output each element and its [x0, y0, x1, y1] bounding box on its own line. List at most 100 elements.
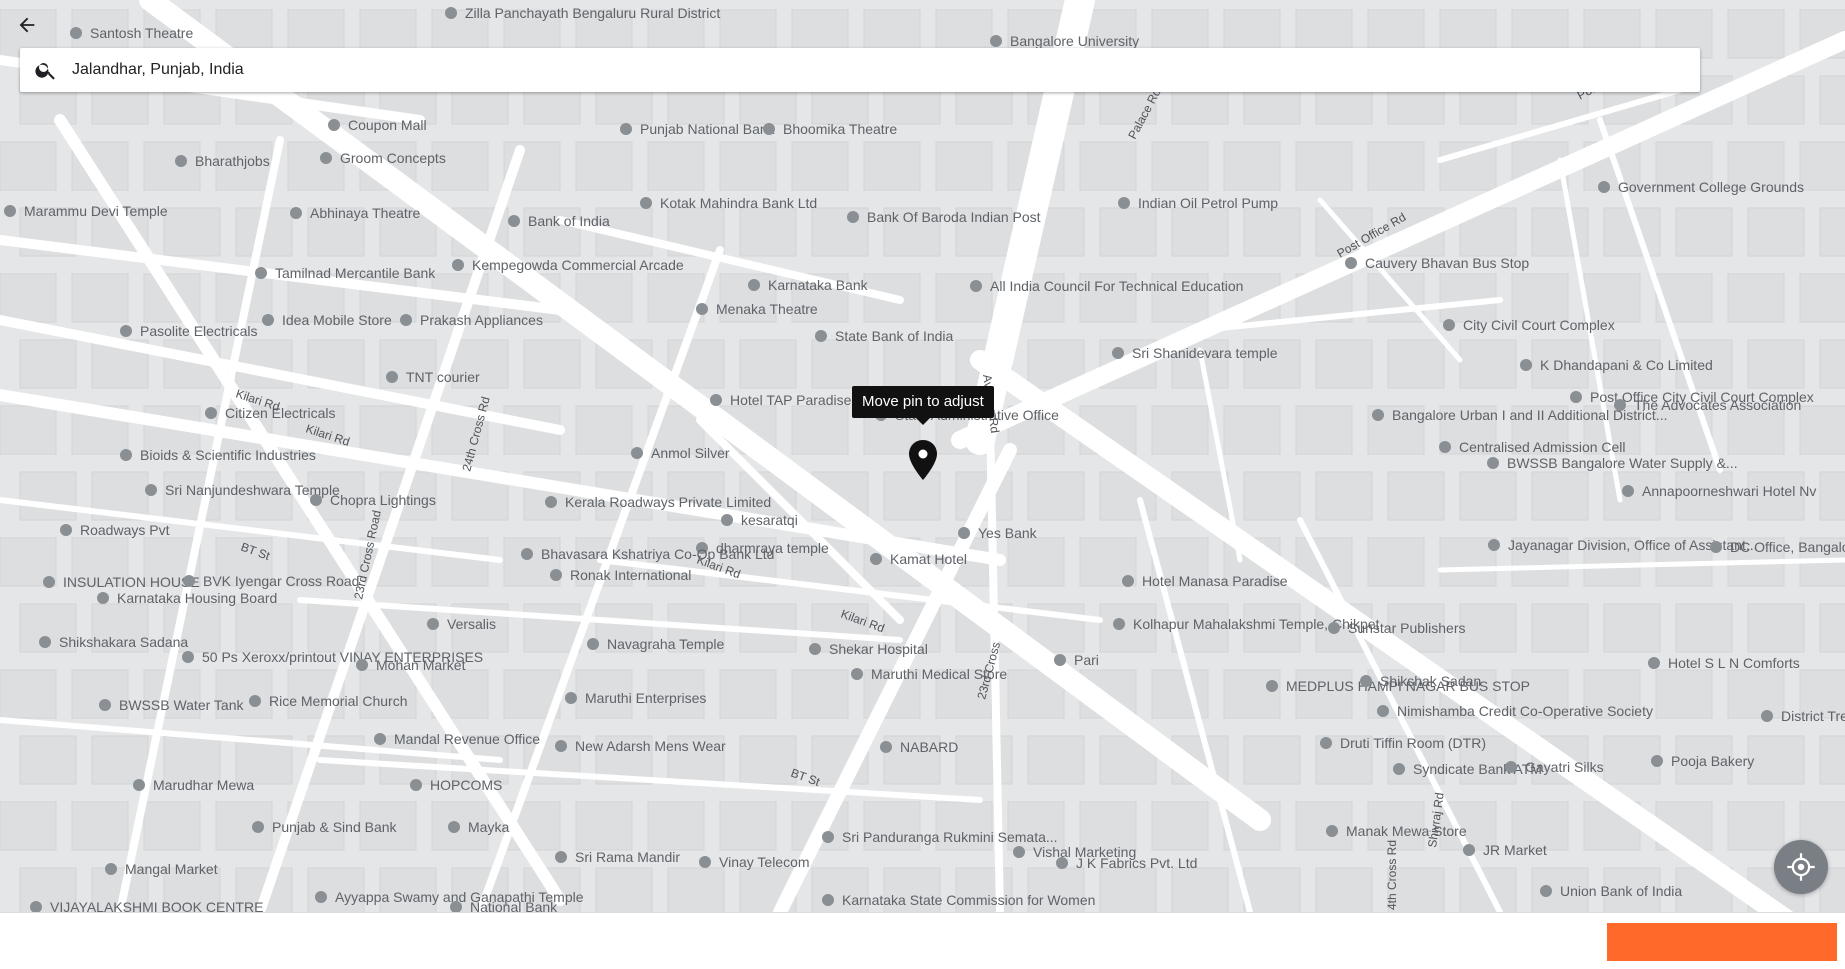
- building-block: [235, 603, 293, 653]
- building-block: [19, 735, 77, 785]
- place-marker[interactable]: Idea Mobile Store: [262, 312, 392, 328]
- building-block: [143, 801, 201, 851]
- place-label: Hotel Manasa Paradise: [1142, 573, 1288, 589]
- place-icon: [120, 325, 132, 337]
- map-pin-icon[interactable]: [908, 440, 938, 480]
- place-marker[interactable]: Nimishamba Credit Co-Operative Society: [1377, 703, 1653, 719]
- place-marker[interactable]: Bangalore University: [990, 33, 1139, 49]
- place-marker[interactable]: Punjab & Sind Bank: [252, 819, 398, 835]
- building-block: [1295, 141, 1353, 191]
- place-marker[interactable]: BWSSB Water Tank: [99, 697, 244, 713]
- place-icon: [710, 394, 722, 406]
- place-marker[interactable]: Maruthi Enterprises: [565, 690, 706, 706]
- place-marker[interactable]: Union Bank of India: [1540, 883, 1682, 899]
- place-icon: [145, 484, 157, 496]
- place-icon: [1372, 409, 1384, 421]
- place-marker[interactable]: Indian Oil Petrol Pump: [1118, 195, 1278, 211]
- place-marker[interactable]: Bioids & Scientific Industries: [120, 447, 316, 463]
- place-icon: [620, 123, 632, 135]
- place-label: Anmol Silver: [651, 445, 730, 461]
- building-block: [1727, 669, 1785, 719]
- place-marker[interactable]: Sunstar Publishers: [1328, 620, 1466, 636]
- place-marker[interactable]: Kerala Roadways Private Limited: [545, 494, 771, 510]
- place-label: Tamilnad Mercantile Bank: [275, 265, 436, 281]
- building-block: [1459, 471, 1517, 521]
- place-marker[interactable]: Karnataka State Commission for Women: [822, 892, 1095, 908]
- place-marker[interactable]: DC Office, Bangalore Division: [1710, 539, 1845, 555]
- place-marker[interactable]: BWSSB Bangalore Water Supply &...: [1487, 455, 1738, 471]
- place-marker[interactable]: BVK Iyengar Cross Road: [183, 573, 359, 589]
- confirm-location-button[interactable]: [1607, 923, 1837, 961]
- place-marker[interactable]: All India Council For Technical Educatio…: [970, 278, 1243, 294]
- place-label: Shekar Hospital: [829, 641, 928, 657]
- place-marker[interactable]: Prakash Appliances: [400, 312, 543, 328]
- building-block: [1315, 471, 1373, 521]
- place-marker[interactable]: Bhavasara Kshatriya Co-Op Bank Ltd: [521, 546, 774, 562]
- place-marker[interactable]: Manak Mewa Store: [1326, 823, 1467, 839]
- place-icon: [763, 123, 775, 135]
- place-marker[interactable]: Druti Tiffin Room (DTR): [1320, 735, 1486, 751]
- place-label: Syndicate Bank ATM: [1413, 761, 1542, 777]
- place-marker[interactable]: Pari: [1054, 652, 1099, 668]
- my-location-button[interactable]: [1774, 840, 1828, 894]
- place-marker[interactable]: Navagraha Temple: [587, 636, 724, 652]
- building-block: [0, 141, 57, 191]
- place-icon: [315, 891, 327, 903]
- place-marker[interactable]: Marammu Devi Temple: [4, 203, 168, 219]
- building-block: [1439, 273, 1497, 323]
- place-icon: [1266, 680, 1278, 692]
- place-marker[interactable]: Annapoorneshwari Hotel Nv: [1622, 483, 1816, 499]
- place-marker[interactable]: Karnataka Housing Board: [97, 590, 277, 606]
- back-button[interactable]: [12, 10, 42, 40]
- building-block: [1079, 801, 1137, 851]
- place-label: BWSSB Bangalore Water Supply &...: [1507, 455, 1738, 471]
- place-marker[interactable]: Ronak International: [550, 567, 691, 583]
- place-marker[interactable]: J K Fabrics Pvt. Ltd: [1056, 855, 1197, 871]
- place-marker[interactable]: Rice Memorial Church: [249, 693, 407, 709]
- place-marker[interactable]: INSULATION HOUSE: [43, 574, 200, 590]
- place-label: Chopra Lightings: [330, 492, 436, 508]
- building-block: [791, 669, 849, 719]
- place-marker[interactable]: Tamilnad Mercantile Bank: [255, 265, 436, 281]
- place-marker[interactable]: Bhoomika Theatre: [763, 121, 897, 137]
- place-icon: [631, 447, 643, 459]
- place-marker[interactable]: New Adarsh Mens Wear: [555, 738, 726, 754]
- place-marker[interactable]: Cauvery Bhavan Bus Stop: [1345, 255, 1529, 271]
- place-label: Annapoorneshwari Hotel Nv: [1642, 483, 1816, 499]
- building-block: [359, 405, 417, 455]
- place-marker[interactable]: Abhinaya Theatre: [290, 205, 420, 221]
- place-marker[interactable]: Sri Panduranga Rukmini Semata...: [822, 829, 1058, 845]
- place-marker[interactable]: Hotel Manasa Paradise: [1122, 573, 1288, 589]
- building-block: [1079, 141, 1137, 191]
- place-marker[interactable]: Zilla Panchayath Bengaluru Rural Distric…: [445, 5, 720, 21]
- place-label: NABARD: [900, 739, 958, 755]
- place-marker[interactable]: Shikshakara Sadana: [39, 634, 188, 650]
- place-marker[interactable]: Sri Shanidevara temple: [1112, 345, 1278, 361]
- place-marker[interactable]: Syndicate Bank ATM: [1393, 761, 1542, 777]
- search-input[interactable]: [72, 50, 1700, 90]
- place-label: Bhoomika Theatre: [783, 121, 897, 137]
- place-marker[interactable]: Punjab National Bank: [620, 121, 776, 137]
- building-block: [523, 339, 581, 389]
- place-marker[interactable]: VIJAYALAKSHMI BOOK CENTRE: [30, 899, 263, 912]
- place-marker[interactable]: State Bank of India: [815, 328, 954, 344]
- place-marker[interactable]: City Civil Court Complex: [1443, 317, 1615, 333]
- place-icon: [870, 553, 882, 565]
- place-marker[interactable]: Bank Of Baroda Indian Post: [847, 209, 1041, 225]
- place-icon: [1326, 825, 1338, 837]
- place-label: Hotel TAP Paradise: [730, 392, 852, 408]
- place-marker[interactable]: Sri Nanjundeshwara Temple: [145, 482, 340, 498]
- place-marker[interactable]: Hotel TAP Paradise: [710, 392, 852, 408]
- place-marker[interactable]: Mandal Revenue Office: [374, 731, 540, 747]
- place-icon: [1761, 710, 1773, 722]
- building-block: [1367, 141, 1425, 191]
- place-marker[interactable]: Pasolite Electricals: [120, 323, 258, 339]
- place-marker[interactable]: Kotak Mahindra Bank Ltd: [640, 195, 817, 211]
- place-marker[interactable]: K Dhandapani & Co Limited: [1520, 357, 1713, 373]
- place-marker[interactable]: Bangalore Urban I and II Additional Dist…: [1372, 407, 1667, 423]
- building-block: [935, 141, 993, 191]
- place-marker[interactable]: Hotel S L N Comforts: [1648, 655, 1800, 671]
- place-marker[interactable]: Kempegowda Commercial Arcade: [452, 257, 684, 273]
- place-marker[interactable]: Centralised Admission Cell: [1439, 439, 1626, 455]
- place-marker[interactable]: Government College Grounds: [1598, 179, 1804, 195]
